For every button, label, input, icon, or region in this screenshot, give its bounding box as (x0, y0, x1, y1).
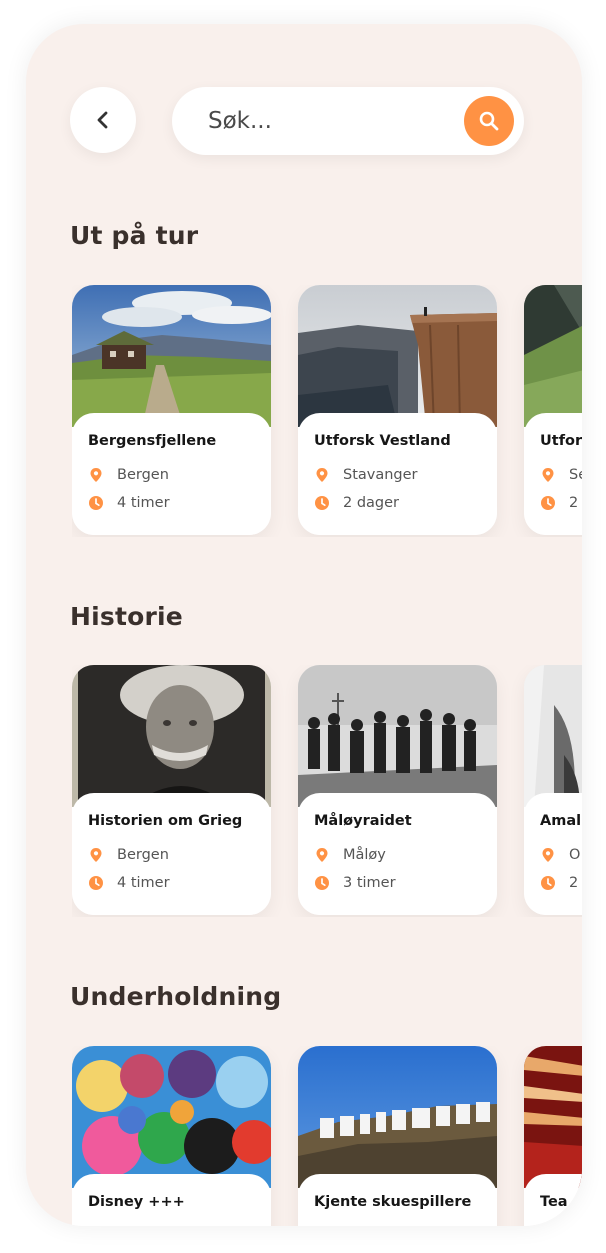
clock-icon (314, 495, 330, 511)
card-image-disney-characters (72, 1046, 271, 1188)
card-location-text: O (569, 847, 581, 863)
card-info: Utfors Se 2 (524, 413, 582, 535)
location-pin-icon (88, 847, 104, 863)
card-amali-partial[interactable]: Amali O 2 (524, 665, 582, 915)
card-image-preikestolen (298, 285, 497, 427)
card-location: O (540, 845, 582, 865)
card-duration: 2 dager (314, 493, 481, 513)
card-row-underholdning[interactable]: Disney +++ Kjente skuespillere Tea (72, 1046, 582, 1226)
card-duration: 2 (540, 873, 582, 893)
card-location: Stavanger (314, 465, 481, 485)
card-image-soldiers-photo (298, 665, 497, 807)
card-utforsk-vestland[interactable]: Utforsk Vestland Stavanger 2 dager (298, 285, 497, 535)
card-row-historie[interactable]: Historien om Grieg Bergen 4 timer Måløyr… (72, 665, 582, 917)
card-duration: 4 timer (88, 493, 255, 513)
card-utfors-partial[interactable]: Utfors Se 2 (524, 285, 582, 535)
card-image-grieg-portrait (72, 665, 271, 807)
card-duration-text: 2 (569, 875, 579, 891)
card-image-portrait-partial (524, 665, 582, 807)
card-location-text: Stavanger (343, 467, 418, 483)
card-historien-om-grieg[interactable]: Historien om Grieg Bergen 4 timer (72, 665, 271, 915)
card-image-hollywood-sign (298, 1046, 497, 1188)
card-duration-text: 4 timer (117, 875, 170, 891)
card-duration: 4 timer (88, 873, 255, 893)
clock-icon (88, 495, 104, 511)
card-title: Tea (540, 1194, 568, 1210)
location-pin-icon (88, 467, 104, 483)
card-info: Kjente skuespillere (298, 1174, 497, 1226)
search-icon (478, 110, 500, 132)
card-title: Måløyraidet (314, 813, 412, 829)
clock-icon (88, 875, 104, 891)
section-title-ut-pa-tur: Ut på tur (70, 221, 199, 250)
section-title-historie: Historie (70, 602, 183, 631)
clock-icon (540, 875, 556, 891)
card-info: Tea (524, 1174, 582, 1226)
location-pin-icon (314, 847, 330, 863)
card-info: Historien om Grieg Bergen 4 timer (72, 793, 271, 915)
card-info: Amali O 2 (524, 793, 582, 915)
card-disney[interactable]: Disney +++ (72, 1046, 271, 1226)
card-title: Kjente skuespillere (314, 1194, 472, 1210)
card-image-green-valley (524, 285, 582, 427)
clock-icon (314, 875, 330, 891)
clock-icon (540, 495, 556, 511)
card-info: Måløyraidet Måløy 3 timer (298, 793, 497, 915)
search-input[interactable] (208, 108, 448, 134)
card-location-text: Måløy (343, 847, 386, 863)
card-info: Bergensfjellene Bergen 4 timer (72, 413, 271, 535)
location-pin-icon (540, 467, 556, 483)
card-title: Disney +++ (88, 1194, 185, 1210)
search-button[interactable] (464, 96, 514, 146)
card-location-text: Bergen (117, 847, 169, 863)
card-title: Utfors (540, 433, 582, 449)
chevron-left-icon (95, 110, 111, 130)
card-location-text: Bergen (117, 467, 169, 483)
card-image-mountain-cabin (72, 285, 271, 427)
card-row-ut-pa-tur[interactable]: Bergensfjellene Bergen 4 timer Utforsk V… (72, 285, 582, 537)
card-location: Se (540, 465, 582, 485)
card-title: Amali (540, 813, 582, 829)
card-title: Historien om Grieg (88, 813, 243, 829)
card-duration-text: 4 timer (117, 495, 170, 511)
card-duration-text: 2 dager (343, 495, 400, 511)
card-location: Bergen (88, 845, 255, 865)
card-bergensfjellene[interactable]: Bergensfjellene Bergen 4 timer (72, 285, 271, 535)
card-image-theater-hall (524, 1046, 582, 1188)
card-duration-text: 3 timer (343, 875, 396, 891)
card-duration: 3 timer (314, 873, 481, 893)
card-location: Bergen (88, 465, 255, 485)
card-duration: 2 (540, 493, 582, 513)
location-pin-icon (314, 467, 330, 483)
card-duration-text: 2 (569, 495, 579, 511)
card-title: Utforsk Vestland (314, 433, 451, 449)
section-title-underholdning: Underholdning (70, 982, 282, 1011)
card-maloyraidet[interactable]: Måløyraidet Måløy 3 timer (298, 665, 497, 915)
card-kjente-skuespillere[interactable]: Kjente skuespillere (298, 1046, 497, 1226)
card-location: Måløy (314, 845, 481, 865)
card-info: Disney +++ (72, 1174, 271, 1226)
card-location-text: Se (569, 467, 582, 483)
card-teater-partial[interactable]: Tea (524, 1046, 582, 1226)
location-pin-icon (540, 847, 556, 863)
phone-screen: Ut på tur Bergensfjellene (26, 24, 582, 1226)
card-title: Bergensfjellene (88, 433, 217, 449)
card-info: Utforsk Vestland Stavanger 2 dager (298, 413, 497, 535)
search-bar (172, 87, 524, 155)
back-button[interactable] (70, 87, 136, 153)
